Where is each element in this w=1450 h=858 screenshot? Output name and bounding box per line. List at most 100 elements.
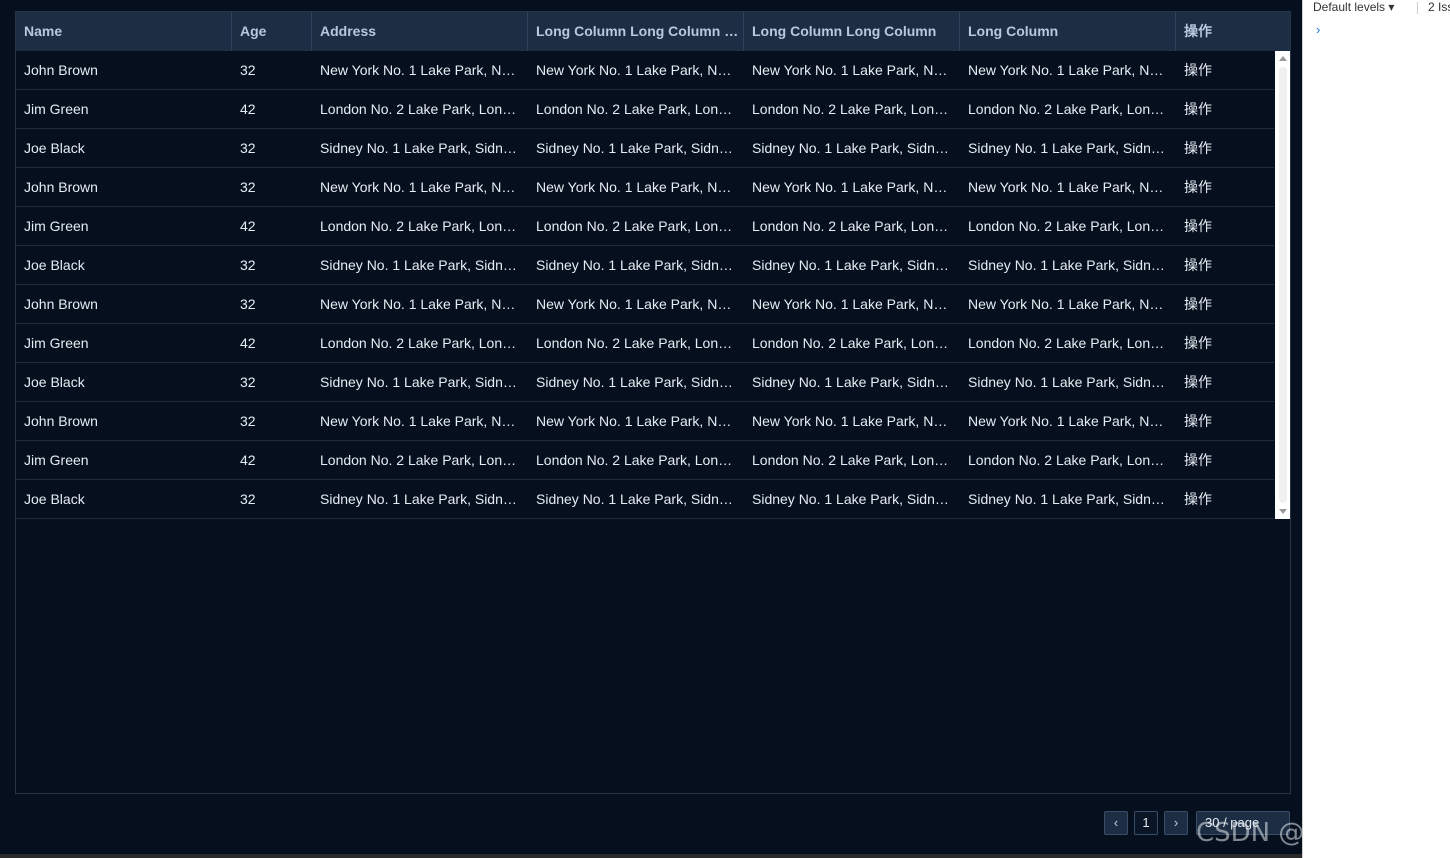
row-action-link[interactable]: 操作 bbox=[1176, 246, 1274, 284]
column-header[interactable]: Name bbox=[16, 12, 232, 51]
row-action-link[interactable]: 操作 bbox=[1176, 402, 1274, 440]
table-cell: London No. 2 Lake Park, London No. 2 Lak… bbox=[752, 452, 960, 468]
table-cell: Sidney No. 1 Lake Park, Sidney No. 1 Lak… bbox=[968, 491, 1176, 507]
table-cell: 42 bbox=[240, 218, 256, 234]
table-cell: New York No. 1 Lake Park, New York No. 1… bbox=[536, 413, 744, 429]
table-cell: Sidney No. 1 Lake Park, Sidney No. 1 Lak… bbox=[536, 491, 744, 507]
page-number-button[interactable]: 1 bbox=[1134, 811, 1158, 835]
row-action-link[interactable]: 操作 bbox=[1176, 363, 1274, 401]
row-action-link[interactable]: 操作 bbox=[1176, 51, 1274, 89]
table-row: Joe Black 32 Sidney No. 1 Lake Park, Sidne… bbox=[16, 129, 1274, 168]
page: Name Age Address Long Column Long Column Lo… bbox=[0, 0, 1450, 858]
table-cell: Sidney No. 1 Lake Park, Sidney No. 1 Lak… bbox=[968, 257, 1176, 273]
column-header[interactable]: Long Column Long Column Long Column bbox=[528, 12, 744, 51]
table-cell: New York No. 1 Lake Park, New York No. 1… bbox=[536, 296, 744, 312]
table-cell: London No. 2 Lake Park, London No. 2 Lak… bbox=[968, 335, 1176, 351]
log-levels-dropdown[interactable]: Default levels ▾ bbox=[1313, 0, 1394, 14]
table-cell: London No. 2 Lake Park, London No. 2 Lak… bbox=[968, 218, 1176, 234]
scroll-up-arrow-icon[interactable] bbox=[1279, 56, 1287, 61]
table-cell: Sidney No. 1 Lake Park, Sidney No. 1 Lak… bbox=[320, 491, 528, 507]
table-cell: New York No. 1 Lake Park, New York No. 1… bbox=[752, 62, 960, 78]
table-cell: Sidney No. 1 Lake Park, Sidney No. 1 Lak… bbox=[968, 140, 1176, 156]
table-cell: Sidney No. 1 Lake Park, Sidney No. 1 Lak… bbox=[536, 374, 744, 390]
row-action-link[interactable]: 操作 bbox=[1176, 285, 1274, 323]
table-cell: Joe Black bbox=[24, 491, 85, 507]
table-cell: New York No. 1 Lake Park, New York No. 1… bbox=[536, 62, 744, 78]
next-page-button[interactable]: › bbox=[1164, 811, 1188, 835]
table-cell: 32 bbox=[240, 491, 256, 507]
table-cell: London No. 2 Lake Park, London No. 2 Lak… bbox=[320, 452, 528, 468]
table-header: Name Age Address Long Column Long Column Lo… bbox=[16, 12, 1290, 51]
column-header[interactable]: Age bbox=[232, 12, 312, 51]
row-action-link[interactable]: 操作 bbox=[1176, 168, 1274, 206]
table-row: Joe Black 32 Sidney No. 1 Lake Park, Sidne… bbox=[16, 363, 1274, 402]
row-action-link[interactable]: 操作 bbox=[1176, 441, 1274, 479]
table-cell: London No. 2 Lake Park, London No. 2 Lak… bbox=[752, 218, 960, 234]
scroll-thumb[interactable] bbox=[1279, 67, 1287, 503]
app-panel: Name Age Address Long Column Long Column Lo… bbox=[0, 0, 1434, 854]
table-cell: Sidney No. 1 Lake Park, Sidney No. 1 Lak… bbox=[968, 374, 1176, 390]
vertical-scrollbar[interactable] bbox=[1275, 51, 1290, 519]
table-cell: London No. 2 Lake Park, London No. 2 Lak… bbox=[968, 452, 1176, 468]
table-row: Joe Black 32 Sidney No. 1 Lake Park, Sidne… bbox=[16, 246, 1274, 285]
table-cell: Jim Green bbox=[24, 452, 89, 468]
console-prompt-icon[interactable]: › bbox=[1316, 22, 1320, 37]
row-action-link[interactable]: 操作 bbox=[1176, 129, 1274, 167]
devtools-panel: Default levels ▾ 2 Iss › bbox=[1302, 0, 1450, 858]
table-cell: 32 bbox=[240, 140, 256, 156]
table-cell: Joe Black bbox=[24, 257, 85, 273]
table-cell: Sidney No. 1 Lake Park, Sidney No. 1 Lak… bbox=[752, 257, 960, 273]
table-cell: Sidney No. 1 Lake Park, Sidney No. 1 Lak… bbox=[320, 140, 528, 156]
table-cell: 42 bbox=[240, 335, 256, 351]
table-cell: London No. 2 Lake Park, London No. 2 Lak… bbox=[536, 218, 744, 234]
table-cell: New York No. 1 Lake Park, New York No. 1… bbox=[968, 62, 1176, 78]
table-cell: New York No. 1 Lake Park, New York No. 1… bbox=[968, 179, 1176, 195]
table-cell: 32 bbox=[240, 374, 256, 390]
table-cell: London No. 2 Lake Park, London No. 2 Lak… bbox=[536, 335, 744, 351]
table-cell: New York No. 1 Lake Park, New York No. 1… bbox=[320, 296, 528, 312]
table-cell: Jim Green bbox=[24, 101, 89, 117]
table-cell: London No. 2 Lake Park, London No. 2 Lak… bbox=[320, 218, 528, 234]
column-header[interactable]: Long Column Long Column bbox=[744, 12, 960, 51]
table-row: John Brown 32 New York No. 1 Lake Park, Ne… bbox=[16, 168, 1274, 207]
column-header[interactable]: 操作 bbox=[1176, 12, 1290, 51]
table-row: Jim Green 42 London No. 2 Lake Park, Londo… bbox=[16, 90, 1274, 129]
table-cell: Sidney No. 1 Lake Park, Sidney No. 1 Lak… bbox=[320, 257, 528, 273]
row-action-link[interactable]: 操作 bbox=[1176, 324, 1274, 362]
table-cell: John Brown bbox=[24, 413, 98, 429]
prev-page-button[interactable]: ‹ bbox=[1104, 811, 1128, 835]
column-header[interactable]: Address bbox=[312, 12, 528, 51]
table-row: Jim Green 42 London No. 2 Lake Park, Londo… bbox=[16, 324, 1274, 363]
table-cell: Sidney No. 1 Lake Park, Sidney No. 1 Lak… bbox=[536, 140, 744, 156]
chevron-left-icon: ‹ bbox=[1113, 815, 1119, 830]
table-row: John Brown 32 New York No. 1 Lake Park, Ne… bbox=[16, 285, 1274, 324]
scroll-down-arrow-icon[interactable] bbox=[1279, 509, 1287, 514]
table-cell: John Brown bbox=[24, 62, 98, 78]
table-cell: 32 bbox=[240, 413, 256, 429]
table-cell: London No. 2 Lake Park, London No. 2 Lak… bbox=[968, 101, 1176, 117]
toolbar-divider bbox=[1417, 2, 1418, 14]
table-body: John Brown 32 New York No. 1 Lake Park, Ne… bbox=[16, 51, 1274, 519]
chevron-right-icon: › bbox=[1173, 815, 1179, 830]
table-cell: New York No. 1 Lake Park, New York No. 1… bbox=[752, 413, 960, 429]
table-row: Jim Green 42 London No. 2 Lake Park, Londo… bbox=[16, 441, 1274, 480]
table-cell: Jim Green bbox=[24, 218, 89, 234]
issues-counter[interactable]: 2 Iss bbox=[1428, 0, 1450, 14]
row-action-link[interactable]: 操作 bbox=[1176, 480, 1274, 518]
table-row: Joe Black 32 Sidney No. 1 Lake Park, Sidne… bbox=[16, 480, 1274, 519]
column-header[interactable]: Long Column bbox=[960, 12, 1176, 51]
table-cell: London No. 2 Lake Park, London No. 2 Lak… bbox=[536, 101, 744, 117]
table-cell: New York No. 1 Lake Park, New York No. 1… bbox=[320, 413, 528, 429]
devtools-toolbar: Default levels ▾ 2 Iss bbox=[1303, 0, 1450, 16]
row-action-link[interactable]: 操作 bbox=[1176, 207, 1274, 245]
data-table: Name Age Address Long Column Long Column Lo… bbox=[15, 11, 1291, 794]
table-cell: Sidney No. 1 Lake Park, Sidney No. 1 Lak… bbox=[752, 140, 960, 156]
table-cell: Joe Black bbox=[24, 374, 85, 390]
table-cell: New York No. 1 Lake Park, New York No. 1… bbox=[968, 296, 1176, 312]
table-cell: New York No. 1 Lake Park, New York No. 1… bbox=[320, 62, 528, 78]
table-cell: New York No. 1 Lake Park, New York No. 1… bbox=[752, 179, 960, 195]
table-cell: London No. 2 Lake Park, London No. 2 Lak… bbox=[752, 335, 960, 351]
table-cell: Sidney No. 1 Lake Park, Sidney No. 1 Lak… bbox=[536, 257, 744, 273]
row-action-link[interactable]: 操作 bbox=[1176, 90, 1274, 128]
table-cell: London No. 2 Lake Park, London No. 2 Lak… bbox=[320, 101, 528, 117]
